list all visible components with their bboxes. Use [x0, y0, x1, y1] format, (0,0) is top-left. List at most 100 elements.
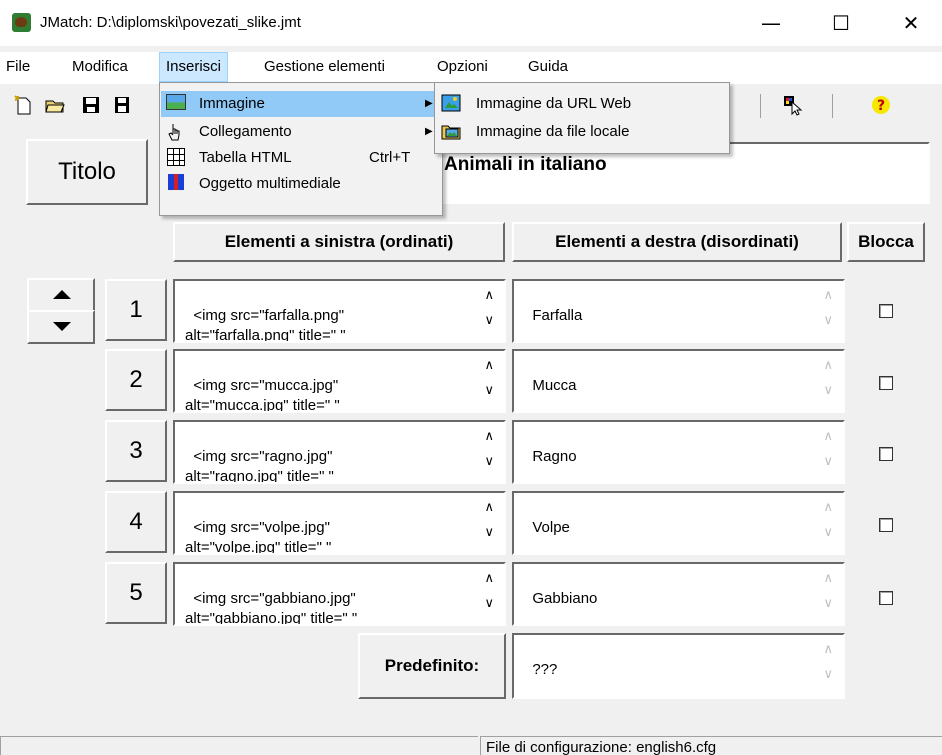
- menu-inserisci[interactable]: Inserisci: [159, 52, 229, 82]
- submenu-arrow-icon: ▶: [425, 98, 433, 109]
- right-item-textarea[interactable]: Gabbiano ∧ ∨: [512, 562, 845, 626]
- right-item-textarea[interactable]: Farfalla ∧ ∨: [512, 279, 845, 343]
- web-image-icon: [440, 94, 462, 114]
- gift-icon: [165, 174, 187, 194]
- right-item-textarea[interactable]: Volpe ∧ ∨: [512, 491, 845, 555]
- row-number-button[interactable]: 5: [105, 562, 167, 624]
- lock-checkbox[interactable]: [879, 376, 893, 390]
- left-item-textarea[interactable]: <img src="volpe.jpg" alt="volpe.jpg" tit…: [173, 491, 506, 555]
- menu-item-immagine-url[interactable]: Immagine da URL Web: [436, 91, 716, 117]
- lock-checkbox[interactable]: [879, 591, 893, 605]
- scroll-up-icon: ∧: [823, 642, 833, 657]
- local-image-icon: [440, 122, 462, 142]
- scroll-up-icon: ∧: [823, 571, 833, 586]
- right-item-text: Mucca: [532, 377, 577, 394]
- left-item-textarea[interactable]: <img src="mucca.jpg" alt="mucca.jpg" tit…: [173, 349, 506, 413]
- row-number-button[interactable]: 3: [105, 420, 167, 482]
- scroll-up-icon[interactable]: ∧: [484, 501, 494, 514]
- svg-text:?: ?: [877, 98, 885, 114]
- row-number-button[interactable]: 2: [105, 349, 167, 411]
- right-item-textarea[interactable]: Ragno ∧ ∨: [512, 420, 845, 484]
- arrow-down-icon: [53, 322, 71, 331]
- scroll-up-icon: ∧: [823, 500, 833, 515]
- status-panel-left: [0, 736, 478, 755]
- save-as-icon[interactable]: [112, 94, 134, 116]
- row-number-button[interactable]: 4: [105, 491, 167, 553]
- left-item-textarea[interactable]: <img src="farfalla.png" alt="farfalla.pn…: [173, 279, 506, 343]
- default-text: ???: [532, 661, 558, 678]
- status-config-file: File di configurazione: english6.cfg: [480, 736, 942, 755]
- new-file-icon[interactable]: [12, 94, 34, 116]
- header-left-items[interactable]: Elementi a sinistra (ordinati): [173, 222, 505, 262]
- header-lock[interactable]: Blocca: [847, 222, 925, 262]
- scroll-up-icon: ∧: [823, 288, 833, 303]
- menu-modifica[interactable]: Modifica: [66, 52, 134, 82]
- menu-item-oggetto-multimediale[interactable]: Oggetto multimediale: [161, 171, 441, 197]
- scroll-up-icon[interactable]: ∧: [484, 430, 494, 443]
- window-title: JMatch: D:\diplomski\povezati_slike.jmt: [40, 14, 301, 31]
- move-down-button[interactable]: [27, 310, 95, 344]
- menu-item-label: Immagine da file locale: [476, 123, 630, 140]
- menu-item-label: Immagine da URL Web: [476, 95, 632, 112]
- left-item-text: <img src="gabbiano.jpg" alt="gabbiano.jp…: [185, 590, 358, 626]
- menu-gestione-elementi[interactable]: Gestione elementi: [258, 52, 391, 82]
- right-item-textarea[interactable]: Mucca ∧ ∨: [512, 349, 845, 413]
- left-item-textarea[interactable]: <img src="ragno.jpg" alt="ragno.jpg" tit…: [173, 420, 506, 484]
- menu-opzioni[interactable]: Opzioni: [431, 52, 494, 82]
- menu-item-immagine[interactable]: Immagine ▶: [161, 91, 441, 117]
- scroll-down-icon[interactable]: ∨: [484, 526, 494, 539]
- move-up-button[interactable]: [27, 278, 95, 312]
- scroll-down-icon: ∨: [823, 383, 833, 398]
- menu-shortcut: Ctrl+T: [369, 149, 411, 166]
- help-cursor-icon[interactable]: [782, 94, 804, 116]
- left-item-text: <img src="farfalla.png" alt="farfalla.pn…: [185, 307, 346, 343]
- image-icon: [165, 94, 187, 114]
- submenu-arrow-icon: ▶: [425, 126, 433, 137]
- table-icon: [165, 148, 187, 168]
- scroll-up-icon: ∧: [823, 429, 833, 444]
- scroll-up-icon[interactable]: ∧: [484, 359, 494, 372]
- title-bar: JMatch: D:\diplomski\povezati_slike.jmt …: [0, 0, 942, 46]
- scroll-down-icon: ∨: [823, 596, 833, 611]
- lock-checkbox[interactable]: [879, 518, 893, 532]
- scroll-down-icon: ∨: [823, 454, 833, 469]
- default-button[interactable]: Predefinito:: [358, 633, 506, 699]
- right-item-text: Ragno: [532, 448, 577, 465]
- maximize-button[interactable]: ☐: [818, 0, 864, 46]
- scroll-down-icon[interactable]: ∨: [484, 455, 494, 468]
- menu-guida[interactable]: Guida: [522, 52, 574, 82]
- scroll-down-icon[interactable]: ∨: [484, 597, 494, 610]
- menu-file[interactable]: File: [0, 52, 36, 82]
- scroll-down-icon[interactable]: ∨: [484, 314, 494, 327]
- menu-item-tabella-html[interactable]: Tabella HTML Ctrl+T: [161, 145, 441, 171]
- open-folder-icon[interactable]: [44, 94, 66, 116]
- inserisci-dropdown: Immagine ▶ Collegamento ▶ Tabella HTML C…: [159, 82, 443, 216]
- scroll-down-icon: ∨: [823, 667, 833, 682]
- right-item-text: Gabbiano: [532, 590, 598, 607]
- default-textarea[interactable]: ??? ∧ ∨: [512, 633, 845, 699]
- menu-item-collegamento[interactable]: Collegamento ▶: [161, 119, 441, 145]
- scroll-up-icon[interactable]: ∧: [484, 572, 494, 585]
- save-icon[interactable]: [80, 94, 102, 116]
- left-item-text: <img src="mucca.jpg" alt="mucca.jpg" tit…: [185, 377, 340, 413]
- right-item-text: Volpe: [532, 519, 570, 536]
- menu-bar: File Modifica Inserisci Gestione element…: [0, 52, 942, 84]
- minimize-button[interactable]: —: [748, 0, 794, 46]
- help-icon[interactable]: ?: [870, 94, 892, 116]
- lock-checkbox[interactable]: [879, 304, 893, 318]
- header-right-items[interactable]: Elementi a destra (disordinati): [512, 222, 842, 262]
- scroll-down-icon: ∨: [823, 313, 833, 328]
- left-item-textarea[interactable]: <img src="gabbiano.jpg" alt="gabbiano.jp…: [173, 562, 506, 626]
- close-button[interactable]: ✕: [888, 0, 934, 46]
- toolbar-separator: [832, 94, 833, 118]
- left-item-text: <img src="ragno.jpg" alt="ragno.jpg" tit…: [185, 448, 334, 484]
- menu-item-label: Tabella HTML: [199, 149, 292, 166]
- scroll-down-icon[interactable]: ∨: [484, 384, 494, 397]
- row-number-button[interactable]: 1: [105, 279, 167, 341]
- menu-item-immagine-file[interactable]: Immagine da file locale: [436, 119, 716, 145]
- right-item-text: Farfalla: [532, 307, 583, 324]
- title-button[interactable]: Titolo: [26, 139, 148, 205]
- scroll-up-icon[interactable]: ∧: [484, 289, 494, 302]
- lock-checkbox[interactable]: [879, 447, 893, 461]
- scroll-down-icon: ∨: [823, 525, 833, 540]
